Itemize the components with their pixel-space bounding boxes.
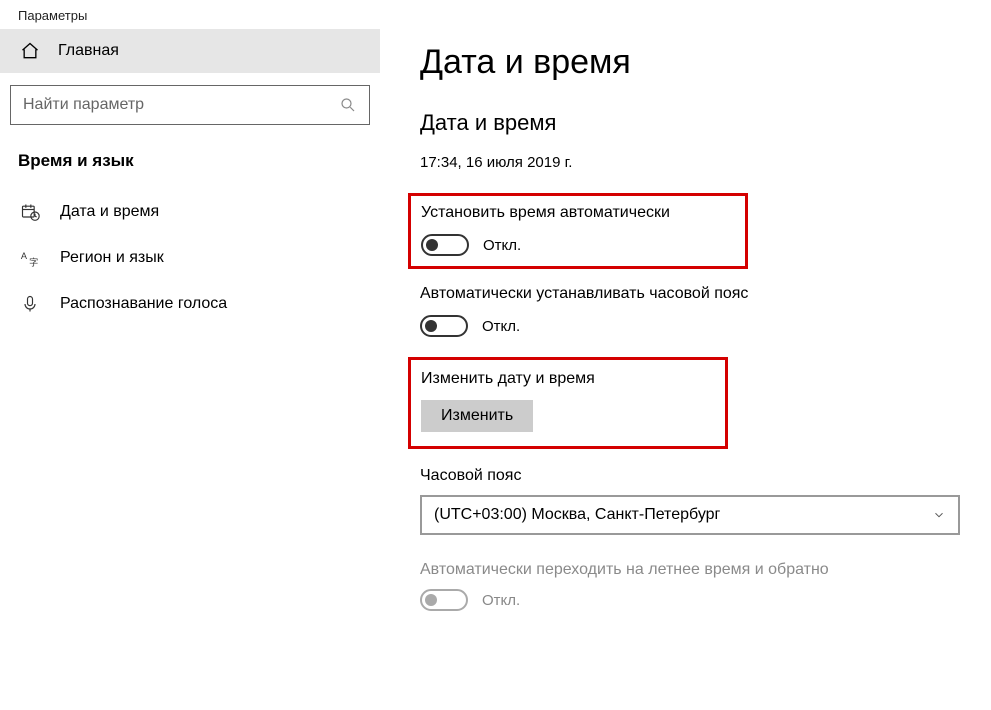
search-icon — [339, 96, 357, 114]
auto-time-label: Установить время автоматически — [421, 204, 735, 222]
sidebar: Главная Время и язык — [0, 29, 380, 707]
window-title: Параметры — [0, 0, 991, 29]
dst-toggle — [420, 589, 468, 611]
chevron-down-icon — [932, 508, 946, 522]
sidebar-item-label: Дата и время — [60, 203, 159, 221]
home-nav-item[interactable]: Главная — [0, 29, 380, 73]
timezone-select[interactable]: (UTC+03:00) Москва, Санкт-Петербург — [420, 495, 960, 535]
layout: Главная Время и язык — [0, 29, 991, 707]
auto-tz-toggle-row: Откл. — [420, 315, 961, 337]
sidebar-section-header: Время и язык — [0, 143, 380, 189]
search-input[interactable] — [23, 96, 339, 114]
sidebar-item-speech[interactable]: Распознавание голоса — [0, 281, 380, 327]
dst-label: Автоматически переходить на летнее время… — [420, 561, 961, 579]
calendar-clock-icon — [20, 202, 40, 222]
dst-toggle-row: Откл. — [420, 589, 961, 611]
timezone-selected-value: (UTC+03:00) Москва, Санкт-Петербург — [434, 506, 720, 524]
search-container — [0, 73, 380, 143]
sidebar-item-label: Распознавание голоса — [60, 295, 227, 313]
main-panel: Дата и время Дата и время 17:34, 16 июля… — [380, 29, 991, 707]
auto-time-state: Откл. — [483, 237, 521, 254]
auto-time-toggle[interactable] — [421, 234, 469, 256]
sidebar-item-label: Регион и язык — [60, 249, 164, 267]
change-dt-label: Изменить дату и время — [421, 370, 715, 388]
current-datetime: 17:34, 16 июля 2019 г. — [420, 154, 961, 171]
language-icon: A 字 — [20, 248, 40, 268]
auto-tz-label: Автоматически устанавливать часовой пояс — [420, 285, 961, 303]
change-button[interactable]: Изменить — [421, 400, 533, 432]
svg-text:A: A — [21, 251, 28, 261]
auto-tz-state: Откл. — [482, 318, 520, 335]
auto-tz-toggle[interactable] — [420, 315, 468, 337]
microphone-icon — [20, 294, 40, 314]
toggle-knob — [425, 320, 437, 332]
highlight-auto-time: Установить время автоматически Откл. — [408, 193, 748, 269]
svg-text:字: 字 — [29, 257, 38, 268]
section-subtitle: Дата и время — [420, 110, 961, 136]
search-box[interactable] — [10, 85, 370, 125]
page-title: Дата и время — [420, 43, 961, 82]
timezone-label: Часовой пояс — [420, 467, 961, 485]
home-label: Главная — [58, 42, 119, 60]
highlight-change-dt: Изменить дату и время Изменить — [408, 357, 728, 449]
sidebar-item-date-time[interactable]: Дата и время — [0, 189, 380, 235]
auto-tz-block: Автоматически устанавливать часовой пояс… — [420, 285, 961, 337]
toggle-knob — [425, 594, 437, 606]
toggle-knob — [426, 239, 438, 251]
auto-time-toggle-row: Откл. — [421, 234, 735, 256]
dst-state: Откл. — [482, 592, 520, 609]
home-icon — [20, 41, 40, 61]
sidebar-item-region-language[interactable]: A 字 Регион и язык — [0, 235, 380, 281]
